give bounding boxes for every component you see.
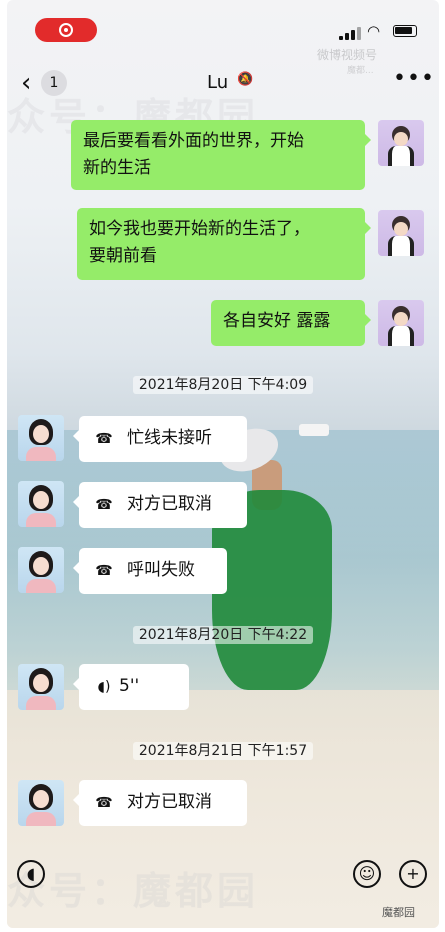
voice-icon[interactable]: ◖ [17, 860, 45, 888]
call-record[interactable]: ☎ 对方已取消 [73, 780, 247, 826]
message-text: 要朝前看 [89, 246, 157, 266]
call-text: 5'' [119, 676, 140, 696]
bell-slash-icon: 🔕 [237, 72, 254, 87]
message-out[interactable]: 最后要看看外面的世界，开始 新的生活 [71, 120, 371, 190]
chat-screen: 众号：魔都园 众号：魔都园 ◠ 微博视频号 魔都... ‹ 1 Lu 🔕 •••… [7, 0, 439, 928]
phone-hangup-icon: ☎ [95, 497, 113, 513]
unread-badge[interactable]: 1 [41, 70, 67, 96]
call-record[interactable]: ◖) 5'' [73, 664, 189, 710]
phone-hangup-icon: ☎ [95, 431, 113, 447]
call-record[interactable]: ☎ 呼叫失败 [73, 548, 227, 594]
call-record[interactable]: ☎ 忙线未接听 [73, 416, 247, 462]
signal-icon [339, 26, 361, 40]
message-out[interactable]: 各自安好 露露 [211, 300, 371, 346]
message-text: 最后要看看外面的世界，开始 [83, 131, 304, 151]
weibo-label: 微博视频号 [317, 48, 378, 62]
emoji-icon[interactable]: ☺ [353, 860, 381, 888]
voice-icon: ◖) [97, 679, 111, 695]
background-boat [299, 424, 329, 436]
timestamp: 2021年8月20日 下午4:09 [7, 374, 439, 394]
input-bar: ◖ ☺ + [7, 846, 439, 902]
recording-icon [35, 18, 97, 42]
chat-title: Lu [207, 72, 229, 93]
call-text: 对方已取消 [127, 792, 212, 812]
watermark-corner: 魔都园 [382, 906, 415, 919]
message-text: 新的生活 [83, 158, 151, 178]
avatar[interactable] [18, 547, 64, 593]
nav-bar: ‹ 1 Lu 🔕 ••• [7, 62, 439, 106]
avatar[interactable] [18, 664, 64, 710]
call-record[interactable]: ☎ 对方已取消 [73, 482, 247, 528]
message-text: 各自安好 露露 [223, 311, 331, 331]
phone-hangup-icon: ☎ [95, 563, 113, 579]
wifi-icon: ◠ [367, 22, 381, 40]
phone-hangup-icon: ☎ [95, 795, 113, 811]
avatar[interactable] [378, 120, 424, 166]
avatar[interactable] [18, 780, 64, 826]
message-text: 如今我也要开始新的生活了， [89, 219, 310, 239]
battery-icon [393, 25, 417, 37]
call-text: 呼叫失败 [127, 560, 195, 580]
avatar[interactable] [18, 481, 64, 527]
call-text: 对方已取消 [127, 494, 212, 514]
plus-icon[interactable]: + [399, 860, 427, 888]
more-button[interactable]: ••• [393, 66, 435, 91]
avatar[interactable] [378, 300, 424, 346]
avatar[interactable] [18, 415, 64, 461]
timestamp: 2021年8月21日 下午1:57 [7, 740, 439, 760]
message-out[interactable]: 如今我也要开始新的生活了， 要朝前看 [77, 208, 371, 280]
timestamp: 2021年8月20日 下午4:22 [7, 624, 439, 644]
call-text: 忙线未接听 [127, 428, 212, 448]
avatar[interactable] [378, 210, 424, 256]
back-button[interactable]: ‹ [21, 68, 31, 98]
